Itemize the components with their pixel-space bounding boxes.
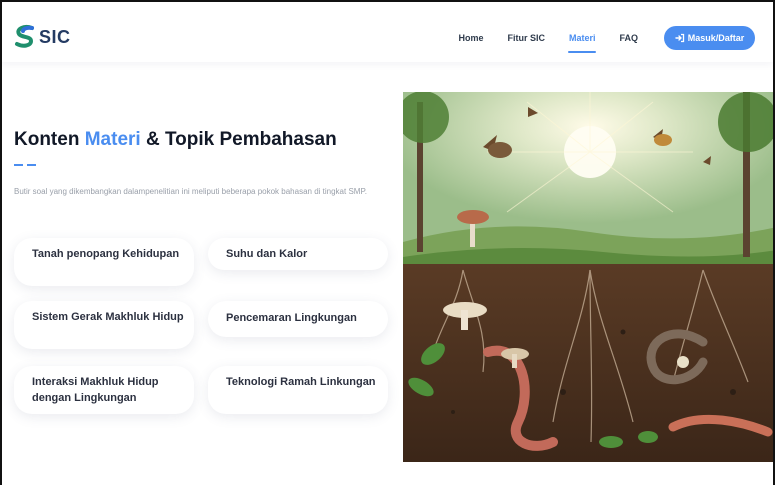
logo-text: SIC bbox=[39, 27, 71, 47]
topic-label: Tanah penopang Kehidupan bbox=[32, 248, 180, 260]
navbar: SIC Home Fitur SIC Materi FAQ Masuk/Daft… bbox=[2, 2, 773, 62]
nav-home[interactable]: Home bbox=[458, 28, 483, 48]
logo[interactable]: SIC bbox=[14, 24, 71, 50]
login-button[interactable]: Masuk/Daftar bbox=[664, 26, 755, 50]
nav-faq[interactable]: FAQ bbox=[619, 28, 638, 48]
title-underline bbox=[14, 164, 40, 166]
nav-materi[interactable]: Materi bbox=[567, 28, 596, 53]
hero-text: Konten Materi & Topik Pembahasan Butir s… bbox=[14, 124, 394, 202]
topic-label: Interaksi Makhluk Hidup dengan Lingkunga… bbox=[32, 376, 159, 404]
login-button-label: Masuk/Daftar bbox=[687, 33, 745, 43]
hero-description: Butir soal yang dikembangkan dalampeneli… bbox=[14, 187, 367, 196]
page-frame: SIC Home Fitur SIC Materi FAQ Masuk/Daft… bbox=[0, 0, 775, 485]
topic-card-tanah[interactable]: Tanah penopang Kehidupan bbox=[14, 238, 194, 286]
topic-card-teknologi[interactable]: Teknologi Ramah Linkungan bbox=[208, 366, 388, 414]
logo-mark-icon bbox=[14, 24, 36, 50]
title-suffix: & Topik Pembahasan bbox=[145, 129, 337, 150]
topic-label: Teknologi Ramah Linkungan bbox=[226, 376, 376, 388]
topic-label: Sistem Gerak Makhluk Hidup bbox=[32, 311, 184, 323]
login-icon bbox=[675, 33, 684, 43]
main-nav: Home Fitur SIC Materi FAQ Masuk/Daftar bbox=[458, 26, 755, 53]
topic-label: Pencemaran Lingkungan bbox=[226, 312, 357, 324]
topic-card-interaksi[interactable]: Interaksi Makhluk Hidup dengan Lingkunga… bbox=[14, 366, 194, 414]
title-prefix: Konten bbox=[14, 129, 80, 150]
page-title: Konten Materi & Topik Pembahasan bbox=[14, 124, 394, 156]
soil-ecosystem-illustration bbox=[403, 92, 773, 462]
topic-label: Suhu dan Kalor bbox=[226, 248, 308, 260]
title-accent: Materi bbox=[84, 129, 141, 150]
nav-fitur-sic[interactable]: Fitur SIC bbox=[507, 28, 545, 48]
topic-card-pencemaran[interactable]: Pencemaran Lingkungan bbox=[208, 301, 388, 337]
topic-card-sistem-gerak[interactable]: Sistem Gerak Makhluk Hidup bbox=[14, 301, 194, 349]
topic-card-suhu[interactable]: Suhu dan Kalor bbox=[208, 238, 388, 270]
